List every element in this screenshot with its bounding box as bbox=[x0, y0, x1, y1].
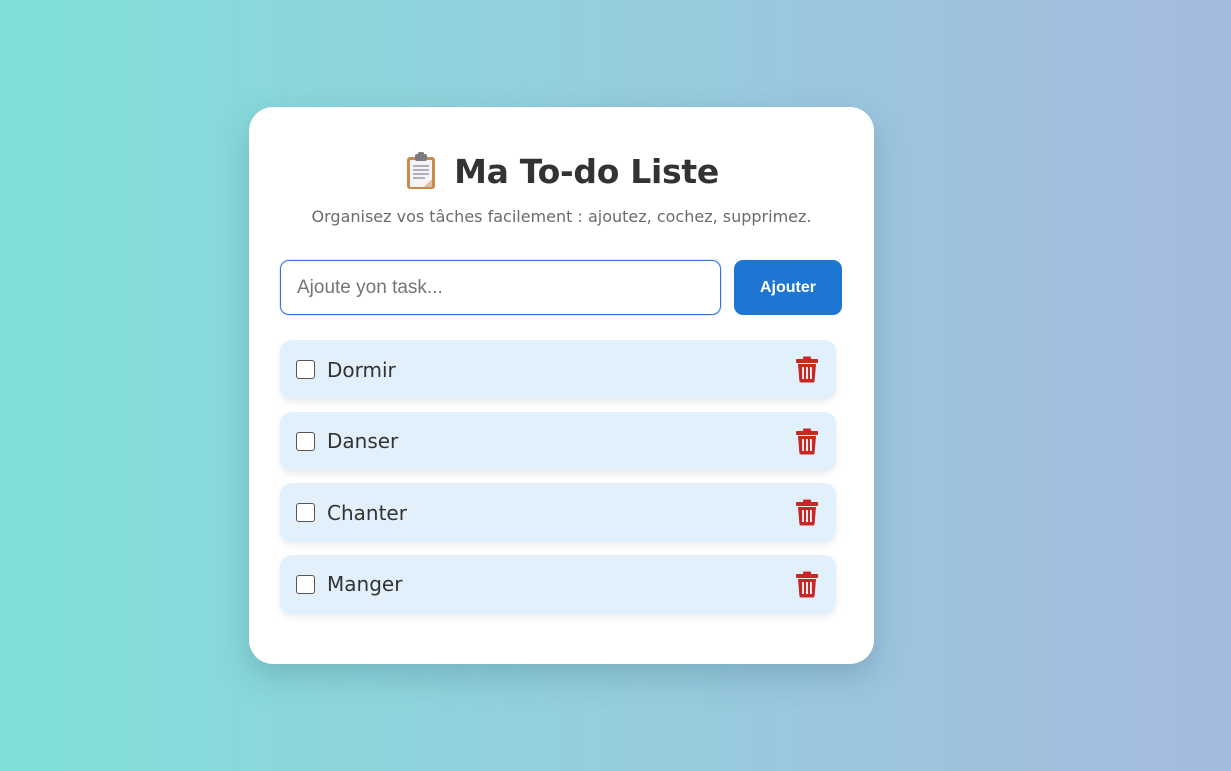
trash-icon[interactable] bbox=[795, 428, 819, 455]
clipboard-icon bbox=[404, 151, 440, 191]
trash-icon[interactable] bbox=[795, 356, 819, 383]
title-row: Ma To-do Liste bbox=[249, 151, 874, 191]
task-checkbox[interactable] bbox=[296, 503, 315, 522]
task-label: Dormir bbox=[327, 357, 396, 382]
page-title: Ma To-do Liste bbox=[454, 151, 719, 191]
task-item: Chanter bbox=[280, 483, 836, 542]
task-checkbox[interactable] bbox=[296, 360, 315, 379]
todo-card: Ma To-do Liste Organisez vos tâches faci… bbox=[249, 107, 874, 664]
add-task-button[interactable]: Ajouter bbox=[734, 260, 842, 315]
task-label: Chanter bbox=[327, 500, 407, 525]
task-item: Danser bbox=[280, 411, 836, 471]
task-label: Manger bbox=[327, 572, 403, 596]
task-item: Dormir bbox=[280, 340, 836, 399]
task-input[interactable] bbox=[280, 260, 721, 315]
task-item: Manger bbox=[280, 554, 836, 614]
page-subtitle: Organisez vos tâches facilement : ajoute… bbox=[311, 207, 812, 226]
trash-icon[interactable] bbox=[795, 571, 819, 598]
trash-icon[interactable] bbox=[795, 499, 819, 526]
task-checkbox[interactable] bbox=[296, 574, 315, 594]
task-label: Danser bbox=[327, 429, 399, 453]
task-list: Dormir Danser Chanter Manger bbox=[280, 340, 836, 626]
task-checkbox[interactable] bbox=[296, 431, 315, 451]
